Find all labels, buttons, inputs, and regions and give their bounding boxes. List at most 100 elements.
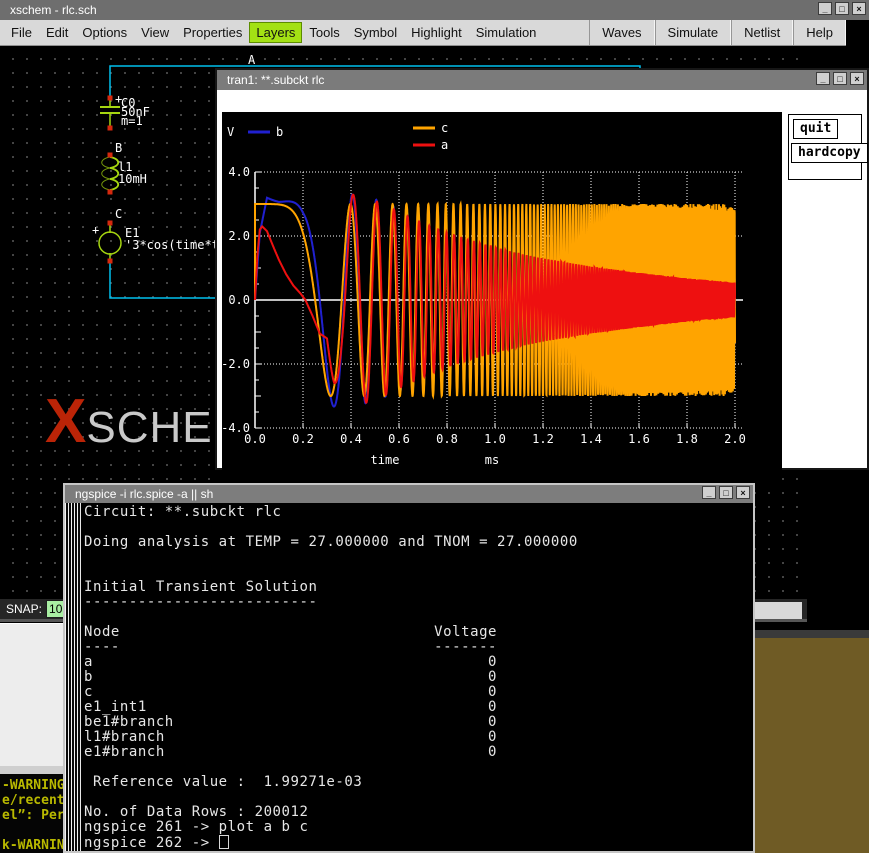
menu-item-view[interactable]: View xyxy=(134,22,176,43)
inductor-l1[interactable]: l1 10mH xyxy=(102,157,147,190)
terminal-line: Node Voltage xyxy=(84,625,751,640)
menu-item-file[interactable]: File xyxy=(4,22,39,43)
maximize-icon[interactable]: □ xyxy=(833,72,847,85)
terminal-scrollbar[interactable] xyxy=(65,503,81,851)
terminal-line: b 0 xyxy=(84,670,751,685)
net-label-b[interactable]: B xyxy=(115,141,122,155)
hardcopy-button[interactable]: hardcopy xyxy=(791,143,868,163)
menu-item-layers[interactable]: Layers xyxy=(249,22,302,43)
plot-buttons-panel: quit hardcopy xyxy=(788,114,862,180)
terminal-line: -------------------------- xyxy=(84,595,751,610)
y-tick-label: 0.0 xyxy=(228,293,250,307)
x-tick-label: 2.0 xyxy=(724,432,746,446)
xschem-logo-x: X xyxy=(45,387,86,456)
help-button[interactable]: Help xyxy=(793,20,846,45)
x-tick-label: 1.4 xyxy=(580,432,602,446)
y-tick-label: 4.0 xyxy=(228,165,250,179)
terminal-line: Initial Transient Solution xyxy=(84,580,751,595)
y-axis-title: V xyxy=(227,125,234,139)
terminal-line: ngspice 262 -> xyxy=(84,835,751,850)
desktop: { "xschem": { "titlebar": { "title": "xs… xyxy=(0,0,869,853)
terminal-line xyxy=(84,550,751,565)
menu-item-symbol[interactable]: Symbol xyxy=(347,22,404,43)
close-icon[interactable]: × xyxy=(850,72,864,85)
terminal-line xyxy=(84,790,751,805)
terminal-line: c 0 xyxy=(84,685,751,700)
menu-item-properties[interactable]: Properties xyxy=(176,22,249,43)
cap-extra: m=1 xyxy=(121,114,143,128)
terminal-line: ---- ------- xyxy=(84,640,751,655)
y-tick-label: -4.0 xyxy=(222,421,250,435)
menu-item-edit[interactable]: Edit xyxy=(39,22,75,43)
terminal-line: be1#branch 0 xyxy=(84,715,751,730)
statusbar-right-box xyxy=(753,602,802,619)
net-label-c[interactable]: C xyxy=(115,207,122,221)
netlist-button[interactable]: Netlist xyxy=(731,20,793,45)
xschem-logo: XSCHEM xyxy=(45,396,220,456)
x-axis-label: time xyxy=(371,453,400,467)
terminal-line: No. of Data Rows : 200012 xyxy=(84,805,751,820)
menu-item-tools[interactable]: Tools xyxy=(302,22,346,43)
terminal-line xyxy=(84,610,751,625)
net-label-a[interactable]: A xyxy=(248,53,256,67)
xschem-window-title: xschem - rlc.sch xyxy=(10,3,97,17)
terminal-line: e1_int1 0 xyxy=(84,700,751,715)
x-tick-label: 1.6 xyxy=(628,432,650,446)
capacitor-c0[interactable]: + C0 50nF m=1 xyxy=(100,92,150,128)
y-tick-label: 2.0 xyxy=(228,229,250,243)
plot-window: tran1: **.subckt rlc _ □ × 0.00.20.40.60… xyxy=(215,68,869,470)
plot-window-title: tran1: **.subckt rlc xyxy=(227,73,324,87)
menu-item-simulation[interactable]: Simulation xyxy=(469,22,544,43)
legend-label-c: c xyxy=(441,121,448,135)
waveform-plot-area: 0.00.20.40.60.81.01.21.41.61.82.04.02.00… xyxy=(222,112,782,482)
terminal-line xyxy=(84,760,751,775)
terminal-line: Circuit: **.subckt rlc xyxy=(84,505,751,520)
x-tick-label: 0.6 xyxy=(388,432,410,446)
waveform-plot: 0.00.20.40.60.81.01.21.41.61.82.04.02.00… xyxy=(222,112,782,482)
background-white-window xyxy=(0,623,63,767)
menu-items-group: FileEditOptionsViewPropertiesLayersTools… xyxy=(4,22,543,43)
menu-item-options[interactable]: Options xyxy=(75,22,134,43)
x-tick-label: 0.2 xyxy=(292,432,314,446)
ind-value: 10mH xyxy=(118,172,147,186)
terminal-line: Doing analysis at TEMP = 27.000000 and T… xyxy=(84,535,751,550)
source-plus: + xyxy=(92,223,99,237)
quit-button[interactable]: quit xyxy=(793,119,838,139)
legend-label-a: a xyxy=(441,138,448,152)
terminal-line: e1#branch 0 xyxy=(84,745,751,760)
simulate-button[interactable]: Simulate xyxy=(655,20,732,45)
menu-item-highlight[interactable]: Highlight xyxy=(404,22,469,43)
legend-label-b: b xyxy=(276,125,283,139)
x-tick-label: 1.8 xyxy=(676,432,698,446)
minimize-icon[interactable]: _ xyxy=(816,72,830,85)
close-icon[interactable]: × xyxy=(736,486,750,499)
terminal-titlebar[interactable]: ngspice -i rlc.spice -a || sh _ □ × xyxy=(65,485,753,503)
xschem-window-titlebar[interactable]: xschem - rlc.sch _ □ × xyxy=(0,0,869,20)
minimize-icon[interactable]: _ xyxy=(818,2,832,15)
menu-action-buttons: WavesSimulateNetlistHelp xyxy=(589,20,846,45)
plot-window-titlebar[interactable]: tran1: **.subckt rlc _ □ × xyxy=(217,70,867,90)
close-icon[interactable]: × xyxy=(852,2,866,15)
terminal-line: Reference value : 1.99271e-03 xyxy=(84,775,751,790)
terminal-line: l1#branch 0 xyxy=(84,730,751,745)
background-white-window-strip xyxy=(0,766,63,774)
x-axis-unit: ms xyxy=(485,453,499,467)
terminal-title: ngspice -i rlc.spice -a || sh xyxy=(75,487,213,501)
terminal-output[interactable]: Circuit: **.subckt rlc Doing analysis at … xyxy=(84,505,751,851)
x-tick-label: 1.2 xyxy=(532,432,554,446)
y-tick-label: -2.0 xyxy=(222,357,250,371)
warning-text: -WARNING e/recently el”: Perr k-WARNING xyxy=(2,778,63,853)
ngspice-terminal-window: ngspice -i rlc.spice -a || sh _ □ × Circ… xyxy=(63,483,755,853)
background-warning-terminal: -WARNING e/recently el”: Perr k-WARNING xyxy=(0,774,63,853)
x-tick-label: 1.0 xyxy=(484,432,506,446)
minimize-icon[interactable]: _ xyxy=(702,486,716,499)
terminal-line xyxy=(84,520,751,535)
snap-label: SNAP: xyxy=(6,602,42,616)
x-tick-label: 0.4 xyxy=(340,432,362,446)
maximize-icon[interactable]: □ xyxy=(835,2,849,15)
xschem-menubar: FileEditOptionsViewPropertiesLayersTools… xyxy=(0,20,846,46)
maximize-icon[interactable]: □ xyxy=(719,486,733,499)
terminal-line: a 0 xyxy=(84,655,751,670)
background-brown-window xyxy=(753,630,869,853)
waves-button[interactable]: Waves xyxy=(589,20,654,45)
